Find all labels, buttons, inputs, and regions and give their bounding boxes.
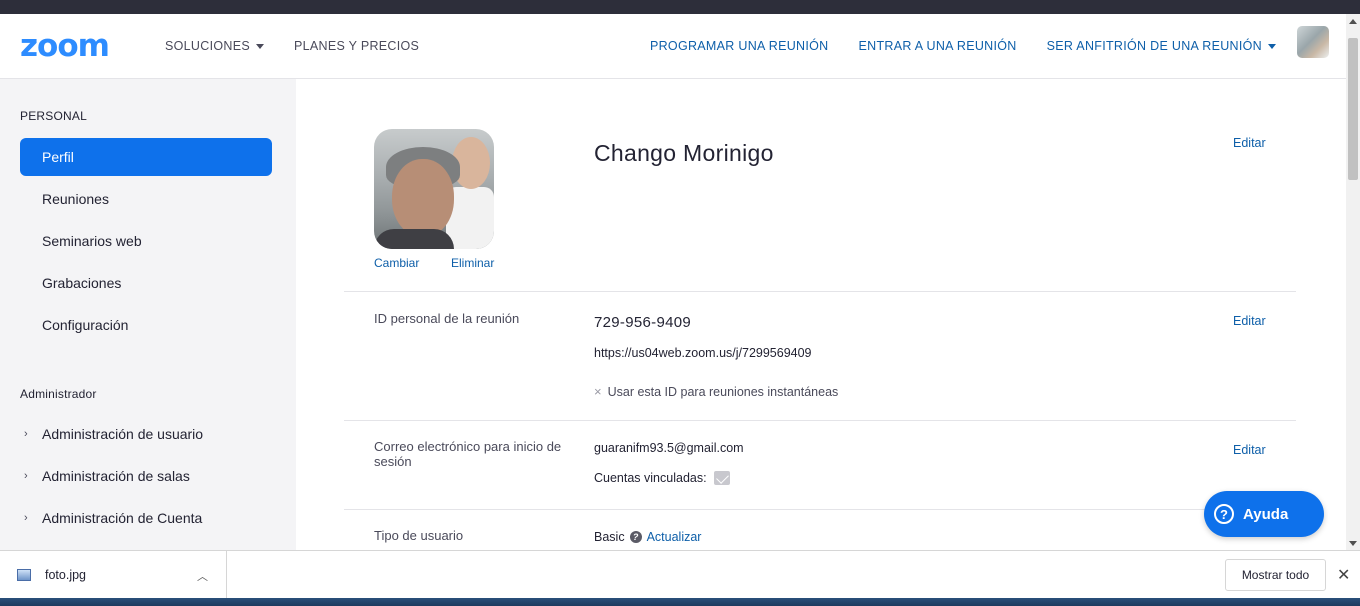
zoom-logo[interactable]: zoom <box>20 31 110 62</box>
chevron-right-icon: › <box>24 470 28 482</box>
change-photo-link[interactable]: Cambiar <box>374 256 419 270</box>
user-type-value: Basic ? Actualizar <box>594 530 702 544</box>
profile-name: Chango Morinigo <box>594 140 774 166</box>
scrollbar-thumb[interactable] <box>1348 38 1358 180</box>
profile-photo <box>374 129 494 249</box>
user-avatar[interactable] <box>1297 26 1329 58</box>
linked-accounts: Cuentas vinculadas: <box>594 471 730 485</box>
caret-down-icon <box>1268 43 1276 49</box>
browser-top-strip <box>0 0 1360 14</box>
nav-solutions[interactable]: SOLUCIONES <box>165 39 264 53</box>
os-taskbar <box>0 598 1360 606</box>
sidebar-item-room-management[interactable]: › Administración de salas <box>20 457 272 495</box>
nav-host-meeting[interactable]: SER ANFITRIÓN DE UNA REUNIÓN <box>1047 39 1276 53</box>
email-label: Correo electrónico para inicio de sesión <box>374 439 562 469</box>
divider <box>344 291 1296 292</box>
top-navigation: zoom SOLUCIONES PLANES Y PRECIOS PROGRAM… <box>0 14 1346 79</box>
sidebar-item-recordings[interactable]: Grabaciones <box>20 264 272 302</box>
nav-plans-pricing[interactable]: PLANES Y PRECIOS <box>294 39 419 53</box>
help-button[interactable]: ? Ayuda <box>1204 491 1324 537</box>
divider <box>344 509 1296 510</box>
pmi-instant-toggle[interactable]: × Usar esta ID para reuniones instantánea… <box>594 384 838 399</box>
question-icon[interactable]: ? <box>629 531 642 543</box>
sidebar-item-webinars[interactable]: Seminarios web <box>20 222 272 260</box>
sidebar-item-settings[interactable]: Configuración <box>20 306 272 344</box>
close-icon: × <box>594 384 602 399</box>
scroll-up-icon[interactable] <box>1349 19 1357 24</box>
delete-photo-link[interactable]: Eliminar <box>451 256 494 270</box>
download-item[interactable]: foto.jpg ︿ <box>0 551 227 598</box>
sidebar-item-profile[interactable]: Perfil <box>20 138 272 176</box>
nav-schedule-meeting[interactable]: PROGRAMAR UNA REUNIÓN <box>650 39 829 53</box>
close-icon[interactable]: ✕ <box>1337 565 1350 585</box>
pmi-url: https://us04web.zoom.us/j/7299569409 <box>594 346 812 360</box>
help-icon: ? <box>1214 504 1234 524</box>
sidebar: PERSONAL Perfil Reuniones Seminarios web… <box>0 79 296 550</box>
edit-pmi-link[interactable]: Editar <box>1233 314 1266 328</box>
image-file-icon <box>17 568 31 581</box>
chevron-right-icon: › <box>24 512 28 524</box>
download-bar: foto.jpg ︿ Mostrar todo ✕ <box>0 550 1360 598</box>
pmi-label: ID personal de la reunión <box>374 311 520 326</box>
mail-icon <box>713 471 730 485</box>
caret-down-icon <box>255 43 264 49</box>
sidebar-item-account-management[interactable]: › Administración de Cuenta <box>20 499 272 537</box>
sidebar-item-user-management[interactable]: › Administración de usuario <box>20 415 272 453</box>
edit-email-link[interactable]: Editar <box>1233 443 1266 457</box>
nav-join-meeting[interactable]: ENTRAR A UNA REUNIÓN <box>859 39 1017 53</box>
show-all-button[interactable]: Mostrar todo <box>1225 559 1326 591</box>
sidebar-section-admin: Administrador <box>20 387 97 401</box>
nav-left: SOLUCIONES PLANES Y PRECIOS <box>165 39 419 53</box>
profile-main: Cambiar Eliminar Chango Morinigo Editar … <box>296 79 1346 550</box>
email-value: guaranifm93.5@gmail.com <box>594 441 744 455</box>
scroll-down-icon[interactable] <box>1349 541 1357 546</box>
pmi-value: 729-956-9409 <box>594 314 692 331</box>
divider <box>344 420 1296 421</box>
sidebar-section-personal: PERSONAL <box>20 109 87 123</box>
edit-name-link[interactable]: Editar <box>1233 136 1266 150</box>
scrollbar[interactable] <box>1346 14 1360 550</box>
nav-right: PROGRAMAR UNA REUNIÓN ENTRAR A UNA REUNI… <box>650 39 1276 53</box>
chevron-up-icon[interactable]: ︿ <box>197 568 208 584</box>
chevron-right-icon: › <box>24 428 28 440</box>
upgrade-link[interactable]: Actualizar <box>647 530 702 544</box>
user-type-label: Tipo de usuario <box>374 528 464 543</box>
sidebar-item-meetings[interactable]: Reuniones <box>20 180 272 218</box>
